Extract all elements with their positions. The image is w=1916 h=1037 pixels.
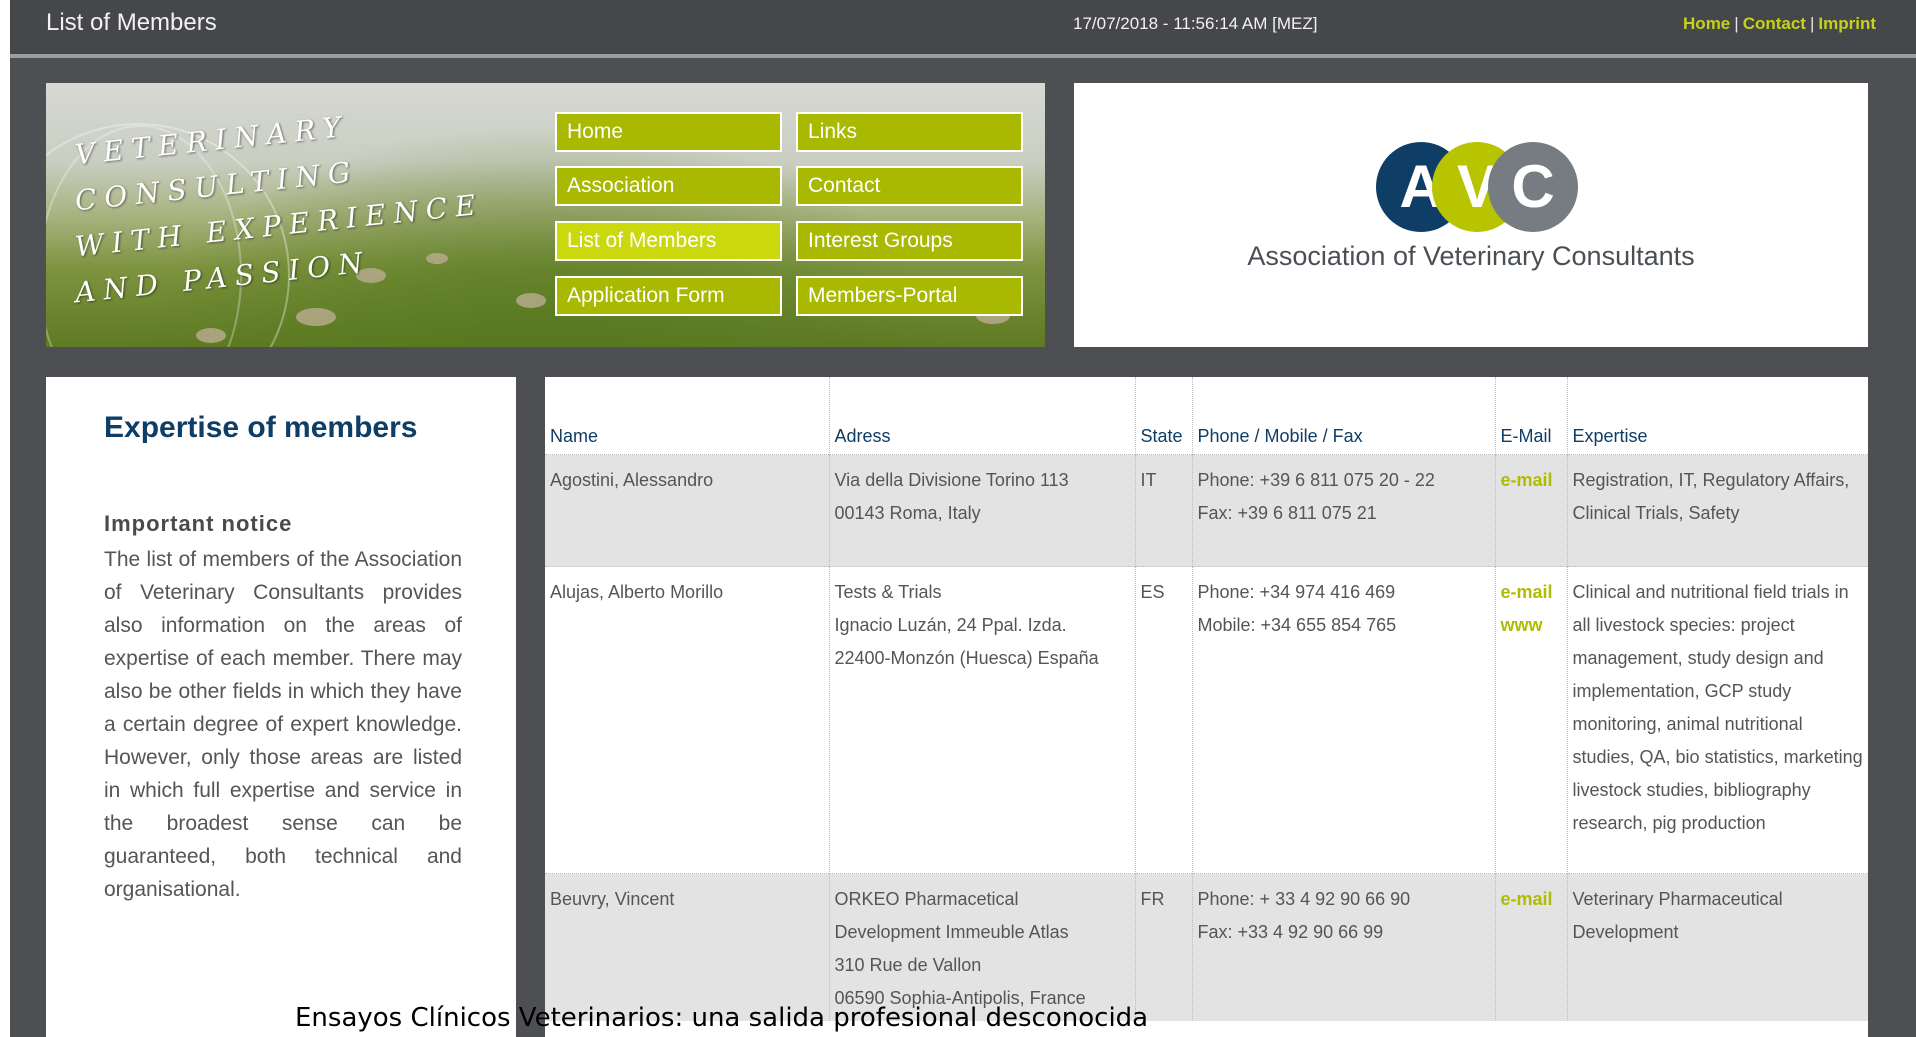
phone-line: Fax: +39 6 811 075 21 [1197,503,1377,523]
datetime-display: 17/07/2018 - 11:56:14 AM [MEZ] [1073,14,1318,33]
address-line: ORKEO Pharmacetical Development Immeuble… [834,889,1069,942]
nav-interest-groups[interactable]: Interest Groups [796,221,1023,261]
address-line: 310 Rue de Vallon [834,955,982,975]
cell-name: Beuvry, Vincent [545,873,830,1021]
phone-line: Fax: +33 4 92 90 66 99 [1197,922,1384,942]
cell-state: IT [1135,454,1193,567]
email-link[interactable]: e-mail [1501,576,1562,609]
logo-panel: A V C Association of Veterinary Consulta… [1074,83,1868,347]
page-frame: List of Members 17/07/2018 - 11:56:14 AM… [10,0,1916,1037]
logo-letter-c: C [1488,142,1578,232]
image-caption: Ensayos Clínicos Veterinarios: una salid… [295,1003,1149,1033]
address-line: 22400-Monzón (Huesca) España [834,648,1099,668]
sheep-graphic [516,293,546,308]
table-header-row: Name Adress State Phone / Mobile / Fax E… [545,377,1868,455]
top-link-home[interactable]: Home [1683,14,1730,33]
cell-expertise: Veterinary Pharmaceutical Development [1567,873,1868,1021]
cell-state: ES [1135,566,1193,874]
nav-links[interactable]: Links [796,112,1023,152]
notice-body: The list of members of the Association o… [104,548,462,901]
cell-email: e-mail [1495,873,1568,1021]
banner-tagline: Veterinary consulting with experience an… [73,110,485,310]
cell-state: FR [1135,873,1193,1021]
notice-title: Important notice [104,511,293,536]
col-header-state: State [1135,377,1193,455]
col-header-email: E-Mail [1495,377,1568,455]
sheep-graphic [296,308,336,326]
avc-logo: A V C [1376,142,1578,232]
table-row: Alujas, Alberto Morillo Tests & Trials I… [545,566,1868,874]
top-bar-divider [10,54,1916,58]
nav-home[interactable]: Home [555,112,782,152]
page-title: List of Members [46,9,217,36]
cell-expertise: Registration, IT, Regulatory Affairs, Cl… [1567,454,1868,567]
cell-email: e-mail [1495,454,1568,567]
address-line: Via della Divisione Torino 113 [834,470,1069,490]
cell-expertise: Clinical and nutritional field trials in… [1567,566,1868,874]
col-header-name: Name [545,377,830,455]
cell-address: Via della Divisione Torino 113 00143 Rom… [829,454,1136,567]
phone-line: Phone: + 33 4 92 90 66 90 [1197,889,1411,909]
address-line: Ignacio Luzán, 24 Ppal. Izda. [834,615,1067,635]
phone-line: Phone: +39 6 811 075 20 - 22 [1197,470,1435,490]
email-link[interactable]: e-mail [1501,883,1562,916]
sheep-graphic [196,328,226,343]
col-header-address: Adress [829,377,1136,455]
cell-address: Tests & Trials Ignacio Luzán, 24 Ppal. I… [829,566,1136,874]
website-link[interactable]: www [1501,609,1562,642]
nav-application-form[interactable]: Application Form [555,276,782,316]
logo-text: Association of Veterinary Consultants [1247,241,1695,271]
col-header-phone: Phone / Mobile / Fax [1192,377,1496,455]
nav-members-portal[interactable]: Members-Portal [796,276,1023,316]
sidebar: Expertise of members Important notice Th… [46,377,516,1037]
phone-line: Phone: +34 974 416 469 [1197,582,1396,602]
nav-list-of-members[interactable]: List of Members [555,221,782,261]
cell-phone: Phone: + 33 4 92 90 66 90 Fax: +33 4 92 … [1192,873,1496,1021]
top-bar: List of Members 17/07/2018 - 11:56:14 AM… [10,0,1916,54]
sidebar-heading: Expertise of members [104,411,418,444]
email-link[interactable]: e-mail [1501,464,1562,497]
nav-contact[interactable]: Contact [796,166,1023,206]
top-links: Home | Contact | Imprint [1683,14,1876,33]
address-line: 00143 Roma, Italy [834,503,981,523]
cell-phone: Phone: +39 6 811 075 20 - 22 Fax: +39 6 … [1192,454,1496,567]
col-header-expertise: Expertise [1567,377,1868,455]
cell-name: Alujas, Alberto Morillo [545,566,830,874]
table-row: Beuvry, Vincent ORKEO Pharmacetical Deve… [545,873,1868,1021]
table-row: Agostini, Alessandro Via della Divisione… [545,454,1868,567]
top-link-contact[interactable]: Contact [1743,14,1806,33]
phone-line: Mobile: +34 655 854 765 [1197,615,1397,635]
cell-name: Agostini, Alessandro [545,454,830,567]
members-table: Name Adress State Phone / Mobile / Fax E… [545,377,1868,1021]
members-table-panel: Name Adress State Phone / Mobile / Fax E… [545,377,1868,1037]
nav-association[interactable]: Association [555,166,782,206]
top-link-imprint[interactable]: Imprint [1818,14,1876,33]
address-line: Tests & Trials [834,582,942,602]
cell-phone: Phone: +34 974 416 469 Mobile: +34 655 8… [1192,566,1496,874]
cell-email: e-mail www [1495,566,1568,874]
header-banner: Veterinary consulting with experience an… [46,83,1045,347]
cell-address: ORKEO Pharmacetical Development Immeuble… [829,873,1136,1021]
